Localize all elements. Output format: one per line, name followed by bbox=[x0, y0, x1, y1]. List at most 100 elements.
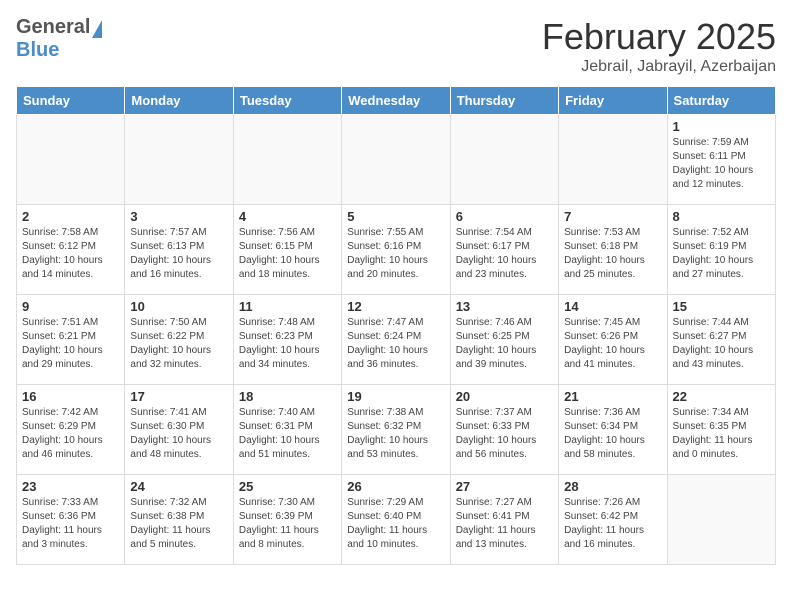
day-info: Sunrise: 7:50 AM Sunset: 6:22 PM Dayligh… bbox=[130, 316, 227, 372]
calendar-week-row: 2 Sunrise: 7:58 AM Sunset: 6:12 PM Daylig… bbox=[17, 205, 776, 295]
calendar-header-row: SundayMondayTuesdayWednesdayThursdayFrid… bbox=[17, 87, 776, 115]
day-info: Sunrise: 7:46 AM Sunset: 6:25 PM Dayligh… bbox=[456, 316, 553, 372]
day-number: 7 bbox=[564, 209, 661, 224]
calendar-cell: 19Sunrise: 7:38 AM Sunset: 6:32 PM Dayli… bbox=[342, 385, 450, 475]
day-info: Sunrise: 7:36 AM Sunset: 6:34 PM Dayligh… bbox=[564, 406, 661, 462]
weekday-header: Wednesday bbox=[342, 87, 450, 115]
calendar-cell: 3 Sunrise: 7:57 AM Sunset: 6:13 PM Daylig… bbox=[125, 205, 233, 295]
day-info: Sunrise: 7:57 AM Sunset: 6:13 PM Dayligh… bbox=[130, 226, 227, 282]
calendar-cell: 25Sunrise: 7:30 AM Sunset: 6:39 PM Dayli… bbox=[233, 475, 341, 565]
calendar-cell: 5Sunrise: 7:55 AM Sunset: 6:16 PM Daylig… bbox=[342, 205, 450, 295]
calendar-cell bbox=[559, 115, 667, 205]
day-number: 26 bbox=[347, 479, 444, 494]
day-info: Sunrise: 7:30 AM Sunset: 6:39 PM Dayligh… bbox=[239, 496, 336, 552]
day-number: 9 bbox=[22, 299, 119, 314]
calendar-cell: 13 Sunrise: 7:46 AM Sunset: 6:25 PM Dayli… bbox=[450, 295, 558, 385]
day-info: Sunrise: 7:54 AM Sunset: 6:17 PM Dayligh… bbox=[456, 226, 553, 282]
calendar-cell bbox=[450, 115, 558, 205]
calendar-cell: 10 Sunrise: 7:50 AM Sunset: 6:22 PM Dayli… bbox=[125, 295, 233, 385]
day-info: Sunrise: 7:40 AM Sunset: 6:31 PM Dayligh… bbox=[239, 406, 336, 462]
calendar-cell bbox=[342, 115, 450, 205]
day-info: Sunrise: 7:44 AM Sunset: 6:27 PM Dayligh… bbox=[673, 316, 770, 372]
calendar-cell bbox=[667, 475, 775, 565]
calendar-cell: 26 Sunrise: 7:29 AM Sunset: 6:40 PM Dayli… bbox=[342, 475, 450, 565]
day-info: Sunrise: 7:47 AM Sunset: 6:24 PM Dayligh… bbox=[347, 316, 444, 372]
weekday-header: Saturday bbox=[667, 87, 775, 115]
day-number: 15 bbox=[673, 299, 770, 314]
calendar-cell: 23 Sunrise: 7:33 AM Sunset: 6:36 PM Dayli… bbox=[17, 475, 125, 565]
logo: General Blue bbox=[16, 16, 102, 62]
day-number: 22 bbox=[673, 389, 770, 404]
day-number: 11 bbox=[239, 299, 336, 314]
title-block: February 2025 Jebrail, Jabrayil, Azerbai… bbox=[542, 16, 776, 76]
weekday-header: Friday bbox=[559, 87, 667, 115]
day-number: 20 bbox=[456, 389, 553, 404]
day-info: Sunrise: 7:56 AM Sunset: 6:15 PM Dayligh… bbox=[239, 226, 336, 282]
day-number: 18 bbox=[239, 389, 336, 404]
day-number: 10 bbox=[130, 299, 227, 314]
day-info: Sunrise: 7:38 AM Sunset: 6:32 PM Dayligh… bbox=[347, 406, 444, 462]
day-info: Sunrise: 7:41 AM Sunset: 6:30 PM Dayligh… bbox=[130, 406, 227, 462]
day-number: 14 bbox=[564, 299, 661, 314]
calendar-cell: 27 Sunrise: 7:27 AM Sunset: 6:41 PM Dayli… bbox=[450, 475, 558, 565]
day-number: 28 bbox=[564, 479, 661, 494]
calendar-cell: 4 Sunrise: 7:56 AM Sunset: 6:15 PM Daylig… bbox=[233, 205, 341, 295]
weekday-header: Tuesday bbox=[233, 87, 341, 115]
day-info: Sunrise: 7:29 AM Sunset: 6:40 PM Dayligh… bbox=[347, 496, 444, 552]
calendar-cell: 16Sunrise: 7:42 AM Sunset: 6:29 PM Dayli… bbox=[17, 385, 125, 475]
day-info: Sunrise: 7:55 AM Sunset: 6:16 PM Dayligh… bbox=[347, 226, 444, 282]
page-subtitle: Jebrail, Jabrayil, Azerbaijan bbox=[542, 58, 776, 76]
weekday-header: Thursday bbox=[450, 87, 558, 115]
calendar-cell: 14 Sunrise: 7:45 AM Sunset: 6:26 PM Dayli… bbox=[559, 295, 667, 385]
calendar-week-row: 16Sunrise: 7:42 AM Sunset: 6:29 PM Dayli… bbox=[17, 385, 776, 475]
calendar-cell: 17 Sunrise: 7:41 AM Sunset: 6:30 PM Dayli… bbox=[125, 385, 233, 475]
day-number: 17 bbox=[130, 389, 227, 404]
calendar-week-row: 23 Sunrise: 7:33 AM Sunset: 6:36 PM Dayli… bbox=[17, 475, 776, 565]
day-number: 21 bbox=[564, 389, 661, 404]
logo-general: General bbox=[16, 16, 90, 38]
day-info: Sunrise: 7:27 AM Sunset: 6:41 PM Dayligh… bbox=[456, 496, 553, 552]
calendar-cell: 6 Sunrise: 7:54 AM Sunset: 6:17 PM Daylig… bbox=[450, 205, 558, 295]
day-number: 27 bbox=[456, 479, 553, 494]
day-number: 6 bbox=[456, 209, 553, 224]
day-info: Sunrise: 7:53 AM Sunset: 6:18 PM Dayligh… bbox=[564, 226, 661, 282]
calendar-cell: 2 Sunrise: 7:58 AM Sunset: 6:12 PM Daylig… bbox=[17, 205, 125, 295]
day-info: Sunrise: 7:34 AM Sunset: 6:35 PM Dayligh… bbox=[673, 406, 770, 462]
calendar-cell bbox=[233, 115, 341, 205]
day-info: Sunrise: 7:59 AM Sunset: 6:11 PM Dayligh… bbox=[673, 136, 770, 192]
day-number: 2 bbox=[22, 209, 119, 224]
day-number: 8 bbox=[673, 209, 770, 224]
day-number: 23 bbox=[22, 479, 119, 494]
day-info: Sunrise: 7:58 AM Sunset: 6:12 PM Dayligh… bbox=[22, 226, 119, 282]
calendar-week-row: 9 Sunrise: 7:51 AM Sunset: 6:21 PM Daylig… bbox=[17, 295, 776, 385]
day-info: Sunrise: 7:51 AM Sunset: 6:21 PM Dayligh… bbox=[22, 316, 119, 372]
logo-blue: Blue bbox=[16, 39, 59, 61]
calendar-cell bbox=[125, 115, 233, 205]
page-title: February 2025 bbox=[542, 16, 776, 58]
calendar-cell: 28Sunrise: 7:26 AM Sunset: 6:42 PM Dayli… bbox=[559, 475, 667, 565]
day-number: 13 bbox=[456, 299, 553, 314]
calendar-cell: 18 Sunrise: 7:40 AM Sunset: 6:31 PM Dayli… bbox=[233, 385, 341, 475]
day-number: 4 bbox=[239, 209, 336, 224]
calendar-cell: 21 Sunrise: 7:36 AM Sunset: 6:34 PM Dayli… bbox=[559, 385, 667, 475]
day-info: Sunrise: 7:45 AM Sunset: 6:26 PM Dayligh… bbox=[564, 316, 661, 372]
day-number: 1 bbox=[673, 119, 770, 134]
calendar-cell: 15 Sunrise: 7:44 AM Sunset: 6:27 PM Dayli… bbox=[667, 295, 775, 385]
logo-triangle-icon bbox=[92, 20, 102, 38]
calendar-table: SundayMondayTuesdayWednesdayThursdayFrid… bbox=[16, 86, 776, 565]
day-info: Sunrise: 7:37 AM Sunset: 6:33 PM Dayligh… bbox=[456, 406, 553, 462]
weekday-header: Monday bbox=[125, 87, 233, 115]
calendar-cell: 1 Sunrise: 7:59 AM Sunset: 6:11 PM Daylig… bbox=[667, 115, 775, 205]
day-info: Sunrise: 7:33 AM Sunset: 6:36 PM Dayligh… bbox=[22, 496, 119, 552]
day-number: 3 bbox=[130, 209, 227, 224]
calendar-cell: 12Sunrise: 7:47 AM Sunset: 6:24 PM Dayli… bbox=[342, 295, 450, 385]
calendar-cell: 9 Sunrise: 7:51 AM Sunset: 6:21 PM Daylig… bbox=[17, 295, 125, 385]
day-number: 24 bbox=[130, 479, 227, 494]
calendar-week-row: 1 Sunrise: 7:59 AM Sunset: 6:11 PM Daylig… bbox=[17, 115, 776, 205]
calendar-cell: 22 Sunrise: 7:34 AM Sunset: 6:35 PM Dayli… bbox=[667, 385, 775, 475]
day-info: Sunrise: 7:32 AM Sunset: 6:38 PM Dayligh… bbox=[130, 496, 227, 552]
calendar-cell: 20 Sunrise: 7:37 AM Sunset: 6:33 PM Dayli… bbox=[450, 385, 558, 475]
day-number: 16 bbox=[22, 389, 119, 404]
weekday-header: Sunday bbox=[17, 87, 125, 115]
calendar-cell: 11Sunrise: 7:48 AM Sunset: 6:23 PM Dayli… bbox=[233, 295, 341, 385]
